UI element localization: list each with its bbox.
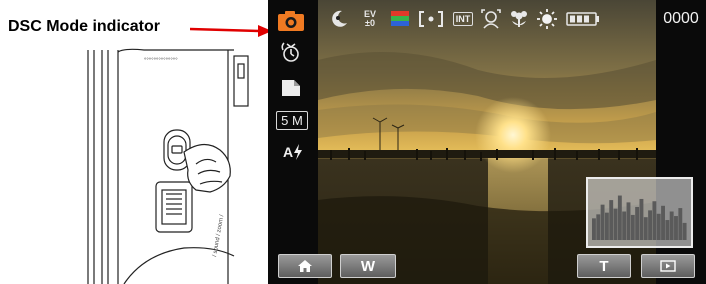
self-timer-icon[interactable] <box>279 40 303 64</box>
histogram <box>586 177 693 248</box>
histogram-bar <box>656 213 661 240</box>
ev-value: ±0 <box>365 18 375 28</box>
histogram-bar <box>596 214 601 240</box>
histogram-bar <box>661 205 665 240</box>
auto-flash-icon[interactable]: A <box>279 140 307 164</box>
histogram-bar <box>613 208 618 240</box>
histogram-bar <box>665 220 670 240</box>
metering-spot-icon[interactable] <box>418 8 444 30</box>
flash-mode-label: A <box>282 144 294 160</box>
face-detect-icon[interactable] <box>480 8 502 30</box>
histogram-bar <box>617 195 622 240</box>
color-mode-icon[interactable] <box>390 8 410 30</box>
histogram-bar <box>652 201 657 240</box>
annotation-arrow <box>190 25 272 37</box>
battery-icon <box>566 8 600 30</box>
white-balance-icon[interactable] <box>536 8 558 30</box>
home-icon <box>298 260 312 272</box>
home-button[interactable] <box>278 254 332 278</box>
internal-memory-icon[interactable]: INT <box>452 8 474 30</box>
histogram-bar <box>648 210 653 240</box>
svg-text:°°°°°°°°°°°°°°: °°°°°°°°°°°°°° <box>144 58 178 64</box>
macro-icon[interactable] <box>508 8 530 30</box>
night-scene-icon[interactable] <box>328 8 350 30</box>
zoom-wide-button[interactable]: W <box>340 254 396 278</box>
histogram-bar <box>674 216 678 240</box>
remaining-shots-count: 0000 <box>663 10 699 27</box>
histogram-bars <box>592 195 687 240</box>
histogram-bar <box>609 200 614 240</box>
histogram-bar <box>626 202 631 240</box>
zoom-tele-button[interactable]: T <box>577 254 631 278</box>
camera-icon[interactable] <box>277 10 305 32</box>
histogram-bar <box>635 206 640 240</box>
histogram-bar <box>600 204 605 240</box>
playback-icon <box>660 260 676 272</box>
histogram-bar <box>643 217 648 240</box>
camera-body-illustration: °°°°°°°°°°°°°° / sound / zoom / <box>87 48 249 284</box>
ev-icon[interactable]: EV ±0 <box>358 8 382 30</box>
histogram-bar <box>630 214 635 240</box>
resolution-indicator[interactable]: 5 M <box>276 111 308 130</box>
histogram-bar <box>678 208 683 240</box>
camera-lcd-screen: 5 M A EV ±0 INT 0000 W T <box>268 0 706 284</box>
annotation-label: DSC Mode indicator <box>8 18 161 35</box>
playback-button[interactable] <box>641 254 695 278</box>
histogram-bar <box>604 212 609 240</box>
histogram-bar <box>669 211 674 240</box>
histogram-bar <box>622 211 627 240</box>
single-shot-icon[interactable] <box>280 78 302 98</box>
svg-text:/ sound / zoom /: / sound / zoom / <box>212 214 225 257</box>
histogram-bar <box>592 218 596 240</box>
histogram-bar <box>639 198 644 240</box>
histogram-bar <box>682 222 687 240</box>
memory-label: INT <box>452 12 474 26</box>
